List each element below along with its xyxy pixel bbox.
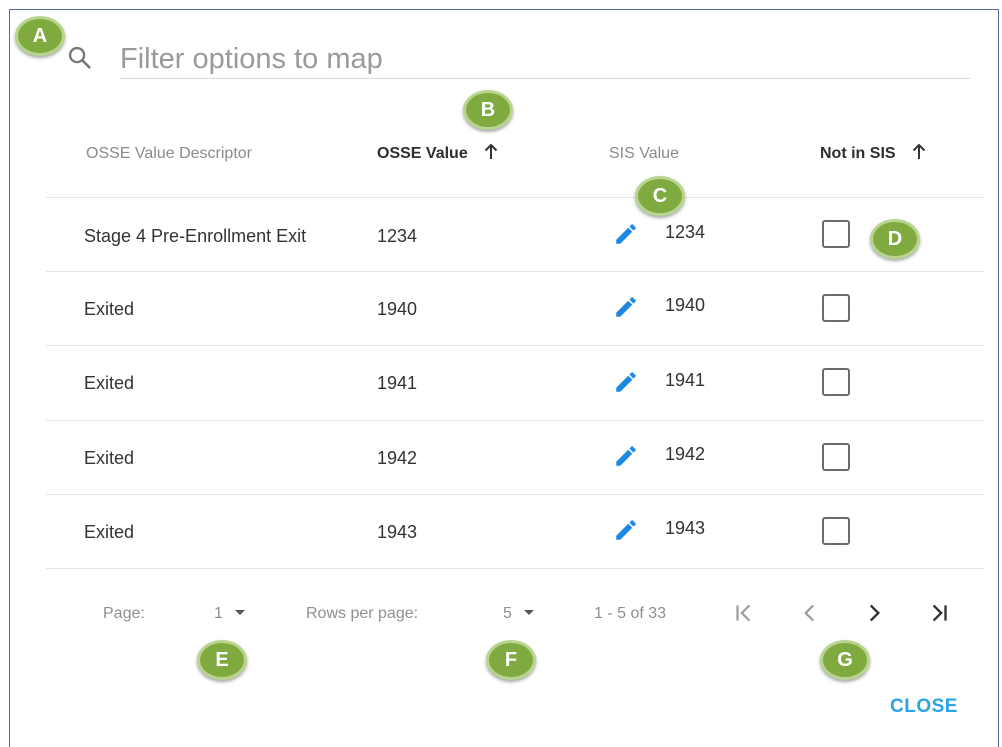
arrow-up-icon[interactable] xyxy=(484,144,498,160)
osse-value-cell: 1234 xyxy=(377,226,418,246)
descriptor-cell: Exited xyxy=(84,299,135,319)
osse-value-cell: 1942 xyxy=(377,448,418,468)
chevron-left-icon[interactable] xyxy=(797,600,823,626)
column-header-osse-value[interactable]: OSSE Value xyxy=(377,144,498,164)
not-in-sis-checkbox[interactable] xyxy=(822,517,850,545)
rows-per-page-label: Rows per page: xyxy=(306,605,419,622)
caret-down-icon xyxy=(523,610,534,615)
not-in-sis-checkbox[interactable] xyxy=(822,368,850,396)
rows-per-page-select[interactable]: 5 xyxy=(503,604,534,624)
last-page-icon[interactable] xyxy=(926,600,952,626)
osse-value-cell: 1941 xyxy=(377,373,418,393)
column-header-osse-descriptor[interactable]: OSSE Value Descriptor xyxy=(86,144,252,164)
pencil-icon[interactable] xyxy=(613,294,639,320)
pencil-icon[interactable] xyxy=(613,369,639,395)
row-divider xyxy=(46,568,984,569)
column-header-label: SIS Value xyxy=(609,145,679,162)
not-in-sis-checkbox[interactable] xyxy=(822,220,850,248)
row-divider xyxy=(46,345,984,346)
column-header-label: Not in SIS xyxy=(820,145,896,162)
osse-value-cell: 1943 xyxy=(377,522,418,542)
first-page-icon[interactable] xyxy=(731,600,757,626)
descriptor-cell: Stage 4 Pre-Enrollment Exit xyxy=(84,226,307,246)
sis-value-cell: 1943 xyxy=(665,518,706,538)
range-text: 1 - 5 of 33 xyxy=(594,605,667,622)
caret-down-icon xyxy=(234,610,245,615)
page-label: Page: xyxy=(103,605,145,622)
callout-badge: B xyxy=(463,90,513,130)
row-divider xyxy=(46,494,984,495)
callout-badge: E xyxy=(197,640,247,680)
header-divider xyxy=(46,197,984,198)
arrow-up-icon[interactable] xyxy=(912,144,926,160)
rows-per-page-value: 5 xyxy=(503,605,512,622)
close-button[interactable]: CLOSE xyxy=(890,696,958,718)
callout-badge: G xyxy=(820,640,870,680)
column-header-label: OSSE Value xyxy=(377,145,468,162)
page-select[interactable]: 1 xyxy=(214,604,245,624)
sis-value-cell: 1940 xyxy=(665,295,706,315)
sis-value-cell: 1942 xyxy=(665,444,706,464)
descriptor-cell: Exited xyxy=(84,373,135,393)
column-header-label: OSSE Value Descriptor xyxy=(86,145,252,162)
callout-badge: A xyxy=(15,16,65,56)
not-in-sis-checkbox[interactable] xyxy=(822,443,850,471)
pencil-icon[interactable] xyxy=(613,221,639,247)
row-divider xyxy=(46,271,984,272)
page-select-value: 1 xyxy=(214,605,223,622)
callout-badge: C xyxy=(635,176,685,216)
callout-badge: F xyxy=(486,640,536,680)
not-in-sis-checkbox[interactable] xyxy=(822,294,850,322)
search-icon xyxy=(68,46,91,69)
callout-badge: D xyxy=(870,219,920,259)
sis-value-cell: 1941 xyxy=(665,370,706,390)
sis-value-cell: 1234 xyxy=(665,222,706,242)
descriptor-cell: Exited xyxy=(84,522,135,542)
chevron-right-icon[interactable] xyxy=(861,600,887,626)
descriptor-cell: Exited xyxy=(84,448,135,468)
pencil-icon[interactable] xyxy=(613,517,639,543)
pencil-icon[interactable] xyxy=(613,443,639,469)
row-divider xyxy=(46,420,984,421)
column-header-sis-value[interactable]: SIS Value xyxy=(609,144,679,164)
column-header-not-in-sis[interactable]: Not in SIS xyxy=(820,144,926,164)
filter-input[interactable] xyxy=(120,40,970,79)
osse-value-cell: 1940 xyxy=(377,299,418,319)
